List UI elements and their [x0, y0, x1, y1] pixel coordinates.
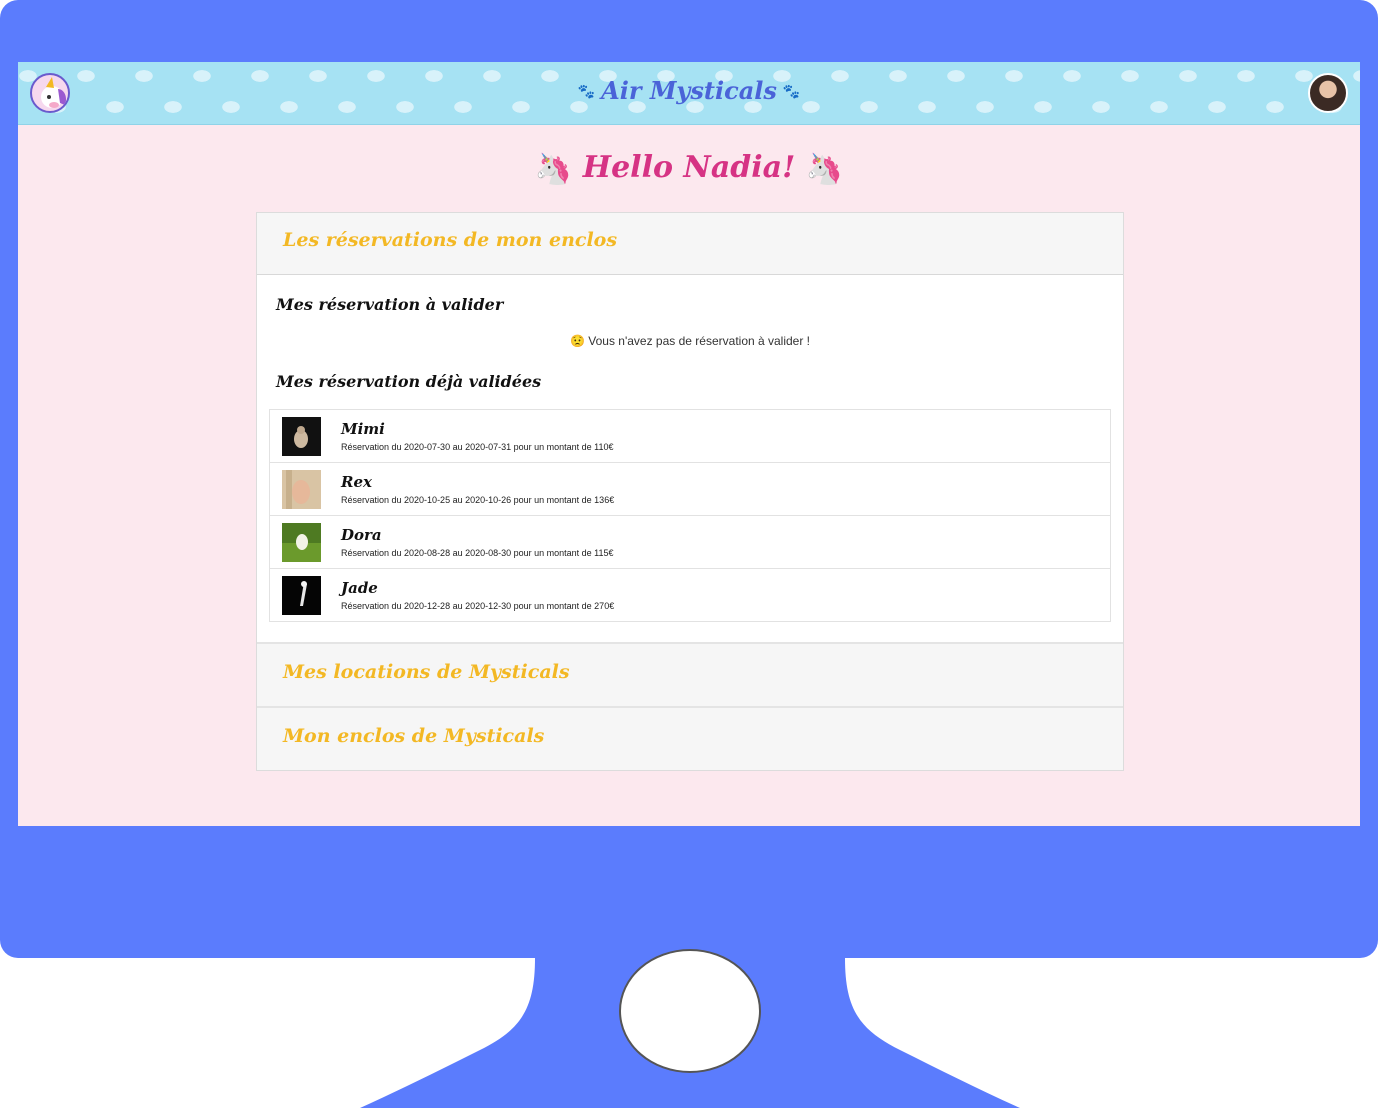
unicorn-icon: 🦄 [805, 152, 844, 187]
accordion: Les réservations de mon enclos Mes réser… [256, 212, 1124, 771]
screen: 🐾 Air Mysticals 🐾 🦄 Hello Nadia! 🦄 Les rés… [18, 62, 1360, 826]
mystical-thumbnail [282, 417, 321, 456]
validated-reservations-title: Mes réservation déjà validées [276, 372, 542, 391]
paw-icon: 🐾 [577, 84, 596, 100]
pending-reservations-title: Mes réservation à valider [276, 295, 504, 314]
mystical-thumbnail [282, 523, 321, 562]
accordion-header-enclos[interactable]: Mon enclos de Mysticals [257, 706, 1123, 770]
worried-face-icon: 😟 [569, 334, 585, 348]
greeting-text: Hello Nadia! [582, 150, 796, 185]
greeting-heading: 🦄 Hello Nadia! 🦄 [18, 150, 1360, 187]
item-name: Jade [341, 579, 378, 597]
monitor-power-button [619, 949, 761, 1073]
paw-icon: 🐾 [782, 84, 801, 100]
accordion-header-locations[interactable]: Mes locations de Mysticals [257, 642, 1123, 706]
pending-empty-text: Vous n'avez pas de réservation à valider… [588, 334, 811, 348]
item-description: Réservation du 2020-10-25 au 2020-10-26 … [341, 495, 615, 505]
item-name: Dora [341, 526, 382, 544]
accordion-header-reservations[interactable]: Les réservations de mon enclos [257, 213, 1123, 275]
unicorn-icon: 🦄 [534, 152, 573, 187]
item-name: Mimi [341, 420, 385, 438]
user-avatar[interactable] [1308, 73, 1348, 113]
mystical-thumbnail [282, 576, 321, 615]
item-name: Rex [341, 473, 372, 491]
item-description: Réservation du 2020-07-30 au 2020-07-31 … [341, 442, 614, 452]
item-description: Réservation du 2020-08-28 au 2020-08-30 … [341, 548, 614, 558]
accordion-body-reservations: Mes réservation à valider 😟 Vous n'avez … [257, 275, 1123, 642]
pending-empty-message: 😟 Vous n'avez pas de réservation à valid… [269, 334, 1111, 348]
top-navbar: 🐾 Air Mysticals 🐾 [18, 62, 1360, 125]
list-item[interactable]: Mimi Réservation du 2020-07-30 au 2020-0… [270, 410, 1110, 463]
validated-reservations-list: Mimi Réservation du 2020-07-30 au 2020-0… [269, 409, 1111, 622]
item-description: Réservation du 2020-12-28 au 2020-12-30 … [341, 601, 615, 611]
list-item[interactable]: Rex Réservation du 2020-10-25 au 2020-10… [270, 463, 1110, 516]
list-item[interactable]: Jade Réservation du 2020-12-28 au 2020-1… [270, 569, 1110, 621]
brand-title[interactable]: 🐾 Air Mysticals 🐾 [18, 76, 1360, 105]
mystical-thumbnail [282, 470, 321, 509]
brand-label: Air Mysticals [601, 76, 777, 105]
list-item[interactable]: Dora Réservation du 2020-08-28 au 2020-0… [270, 516, 1110, 569]
